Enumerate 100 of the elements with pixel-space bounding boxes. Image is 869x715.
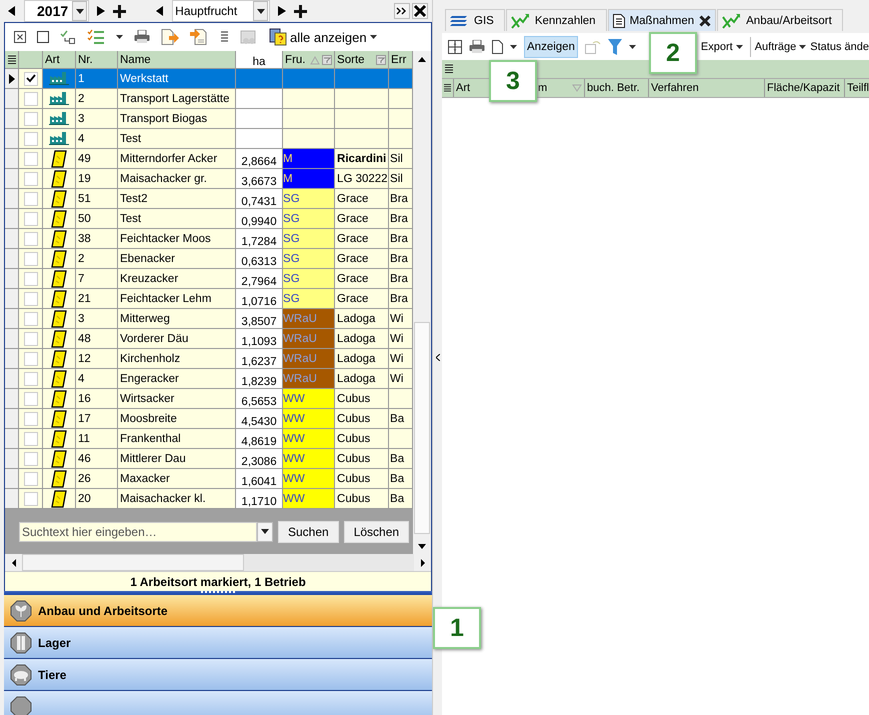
list-icon[interactable] (219, 31, 229, 43)
export-icon[interactable] (161, 29, 179, 45)
row-checkbox[interactable] (24, 152, 38, 166)
field-icon (51, 450, 67, 468)
row-checkbox[interactable] (24, 492, 38, 506)
row-checkbox[interactable] (24, 192, 38, 206)
caret-icon (370, 35, 377, 39)
column-header[interactable]: Teilfl (845, 79, 869, 97)
tab[interactable]: GIS (445, 9, 505, 31)
scroll-left-icon[interactable] (12, 558, 16, 566)
previous-icon[interactable] (156, 6, 164, 16)
search-button[interactable]: Suchen (278, 520, 339, 542)
row-checkbox[interactable] (24, 452, 38, 466)
row-checkbox[interactable] (24, 292, 38, 306)
column-header[interactable]: ha (236, 51, 284, 69)
scroll-right-icon[interactable] (420, 558, 424, 566)
row-checkbox[interactable] (24, 472, 38, 486)
navigation-item[interactable]: Lager (4, 627, 432, 659)
previous-year-icon[interactable] (8, 6, 16, 16)
field-icon (51, 470, 67, 488)
pig-icon (10, 664, 32, 686)
row-checkbox[interactable] (24, 352, 38, 366)
caret-icon[interactable] (116, 35, 123, 39)
column-header[interactable]: buch. Betr. (585, 79, 649, 97)
table-cell: 1,1093 (236, 329, 284, 349)
navigation-item[interactable]: Anbau und Arbeitsorte (4, 595, 432, 627)
row-checkbox[interactable] (24, 72, 38, 86)
crop-cell: M (283, 169, 336, 189)
row-checkbox[interactable] (24, 92, 38, 106)
add-icon[interactable] (294, 4, 308, 18)
scroll-down-icon[interactable] (418, 544, 426, 548)
field-icon (51, 150, 67, 168)
crop-cell: SG (283, 249, 336, 269)
filter-icon[interactable] (376, 54, 386, 64)
close-icon[interactable] (699, 14, 712, 26)
crop-cell: M (283, 149, 336, 169)
tab[interactable]: Anbau/Arbeitsort (717, 9, 843, 31)
column-chooser-icon[interactable] (445, 64, 453, 74)
column-chooser-icon[interactable] (444, 83, 451, 93)
close-icon[interactable] (412, 3, 428, 19)
next-icon[interactable] (278, 6, 286, 16)
field-icon (51, 390, 67, 408)
import-icon[interactable] (190, 29, 208, 45)
field-icon (51, 170, 67, 188)
caret-icon[interactable] (628, 44, 636, 48)
expand-icon[interactable] (394, 3, 410, 19)
caret-icon[interactable] (510, 44, 517, 48)
tab[interactable]: Maßnahmen (608, 9, 716, 31)
crop-cell: WRaU (283, 309, 336, 329)
navigation-item[interactable]: Tiere (4, 659, 432, 691)
search-field[interactable]: Suchtext hier eingeben… (19, 522, 257, 542)
add-icon[interactable] (113, 4, 126, 18)
checkbox-icon[interactable] (37, 31, 49, 43)
row-checkbox[interactable] (24, 172, 38, 186)
row-checkbox[interactable] (24, 372, 38, 386)
check-select-icon[interactable] (60, 29, 76, 45)
row-checkbox[interactable] (24, 332, 38, 346)
navigation-item[interactable] (4, 691, 432, 715)
crop-type-dropdown[interactable]: Hauptfrucht (172, 0, 270, 22)
row-checkbox[interactable] (24, 412, 38, 426)
search-button[interactable]: Löschen (344, 520, 410, 542)
collapse-icon[interactable] (436, 354, 440, 361)
sort-icon[interactable] (572, 84, 582, 92)
row-checkbox[interactable] (24, 312, 38, 326)
table-cell: Cubus (335, 489, 390, 509)
horizontal-scrollbar[interactable] (5, 554, 431, 571)
splitter-bar[interactable] (4, 591, 432, 595)
dropdown-button[interactable] (257, 522, 273, 542)
new-document-icon[interactable] (492, 40, 503, 54)
row-checkbox[interactable] (24, 392, 38, 406)
grid-icon[interactable] (448, 40, 462, 54)
toolbar-menu[interactable]: Export (700, 40, 743, 52)
filter-icon[interactable] (608, 38, 622, 54)
print-icon[interactable] (469, 40, 485, 54)
next-year-icon[interactable] (97, 6, 106, 16)
row-checkbox[interactable] (24, 232, 38, 246)
scroll-up-icon[interactable] (418, 56, 426, 62)
column-header[interactable]: Verfahren (649, 79, 765, 97)
row-indicator[interactable] (5, 69, 19, 89)
field-icon (51, 410, 67, 428)
checklist-icon[interactable] (87, 29, 105, 45)
row-checkbox[interactable] (24, 212, 38, 226)
row-checkbox[interactable] (24, 432, 38, 446)
uncheck-all-icon[interactable] (14, 31, 26, 43)
row-checkbox[interactable] (24, 132, 38, 146)
row-checkbox[interactable] (24, 112, 38, 126)
year-dropdown[interactable]: 2017 (24, 0, 90, 22)
column-header[interactable]: Fläche/Kapazit (765, 79, 845, 97)
show-button[interactable]: Anzeigen (524, 36, 578, 58)
row-checkbox[interactable] (24, 272, 38, 286)
sort-filter-icon[interactable] (310, 54, 332, 64)
show-all-menu[interactable]: alle anzeigen (269, 28, 377, 46)
print-icon[interactable] (134, 30, 150, 44)
toolbar-menu[interactable]: Aufträge (754, 40, 806, 52)
toolbar-menu[interactable]: Status ände (810, 40, 869, 52)
row-checkbox[interactable] (24, 252, 38, 266)
column-chooser-icon[interactable] (8, 54, 16, 64)
table-cell: 3,6673 (236, 169, 284, 189)
status-text: 1 Arbeitsort markiert, 1 Betrieb (5, 571, 431, 591)
tab[interactable]: Kennzahlen (506, 9, 607, 31)
